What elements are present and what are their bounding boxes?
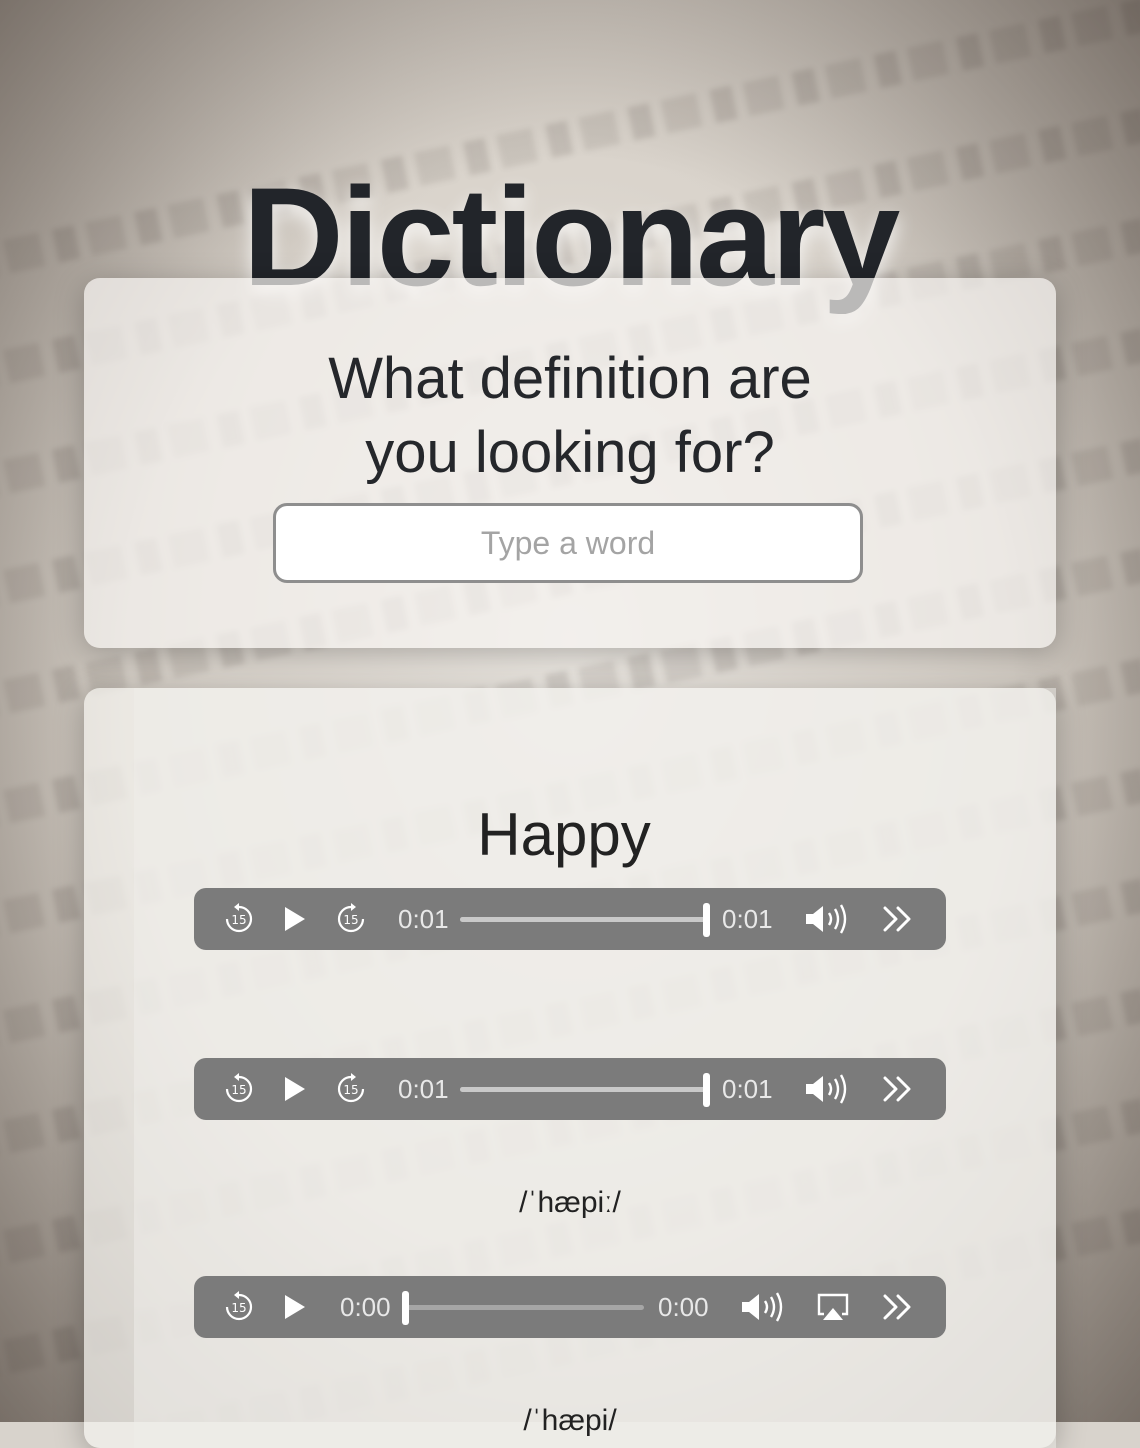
play-icon[interactable] [282, 1276, 308, 1338]
chevrons-right-icon[interactable] [882, 1276, 914, 1338]
search-input[interactable] [273, 503, 863, 583]
forward-15-icon[interactable]: 15 [334, 1058, 368, 1120]
forward-15-icon[interactable]: 15 [334, 888, 368, 950]
current-time: 0:00 [340, 1291, 391, 1322]
chevrons-right-icon[interactable] [882, 1058, 914, 1120]
volume-icon[interactable] [740, 1276, 786, 1338]
volume-icon[interactable] [804, 888, 850, 950]
rewind-15-icon[interactable]: 15 [222, 1276, 256, 1338]
duration-time: 0:00 [658, 1291, 709, 1322]
progress-slider[interactable] [460, 1073, 710, 1107]
current-time: 0:01 [398, 1073, 449, 1104]
chevrons-right-icon[interactable] [882, 888, 914, 950]
result-card: Happy 15 15 0:01 0:01 15 15 0:01 0:01 /ˈ… [84, 688, 1056, 1448]
svg-text:15: 15 [231, 1301, 246, 1315]
volume-icon[interactable] [804, 1058, 850, 1120]
current-time: 0:01 [398, 903, 449, 934]
rewind-15-icon[interactable]: 15 [222, 888, 256, 950]
duration-time: 0:01 [722, 903, 773, 934]
search-heading: What definition are you looking for? [328, 346, 812, 485]
rewind-15-icon[interactable]: 15 [222, 1058, 256, 1120]
progress-slider[interactable] [460, 903, 710, 937]
play-icon[interactable] [282, 888, 308, 950]
phonetic-text: /ˈhæpiː/ [519, 1186, 621, 1219]
svg-text:15: 15 [343, 1083, 358, 1097]
audio-player[interactable]: 15 15 0:01 0:01 [194, 1058, 946, 1120]
play-icon[interactable] [282, 1058, 308, 1120]
audio-player[interactable]: 15 15 0:01 0:01 [194, 888, 946, 950]
audio-player[interactable]: 15 0:00 0:00 [194, 1276, 946, 1338]
phonetic-text: /ˈhæpi/ [523, 1404, 617, 1437]
search-card: What definition are you looking for? [84, 278, 1056, 648]
progress-slider[interactable] [402, 1291, 644, 1325]
airplay-icon[interactable] [816, 1276, 850, 1338]
svg-text:15: 15 [231, 913, 246, 927]
svg-text:15: 15 [343, 913, 358, 927]
result-word: Happy [477, 801, 651, 868]
svg-text:15: 15 [231, 1083, 246, 1097]
duration-time: 0:01 [722, 1073, 773, 1104]
